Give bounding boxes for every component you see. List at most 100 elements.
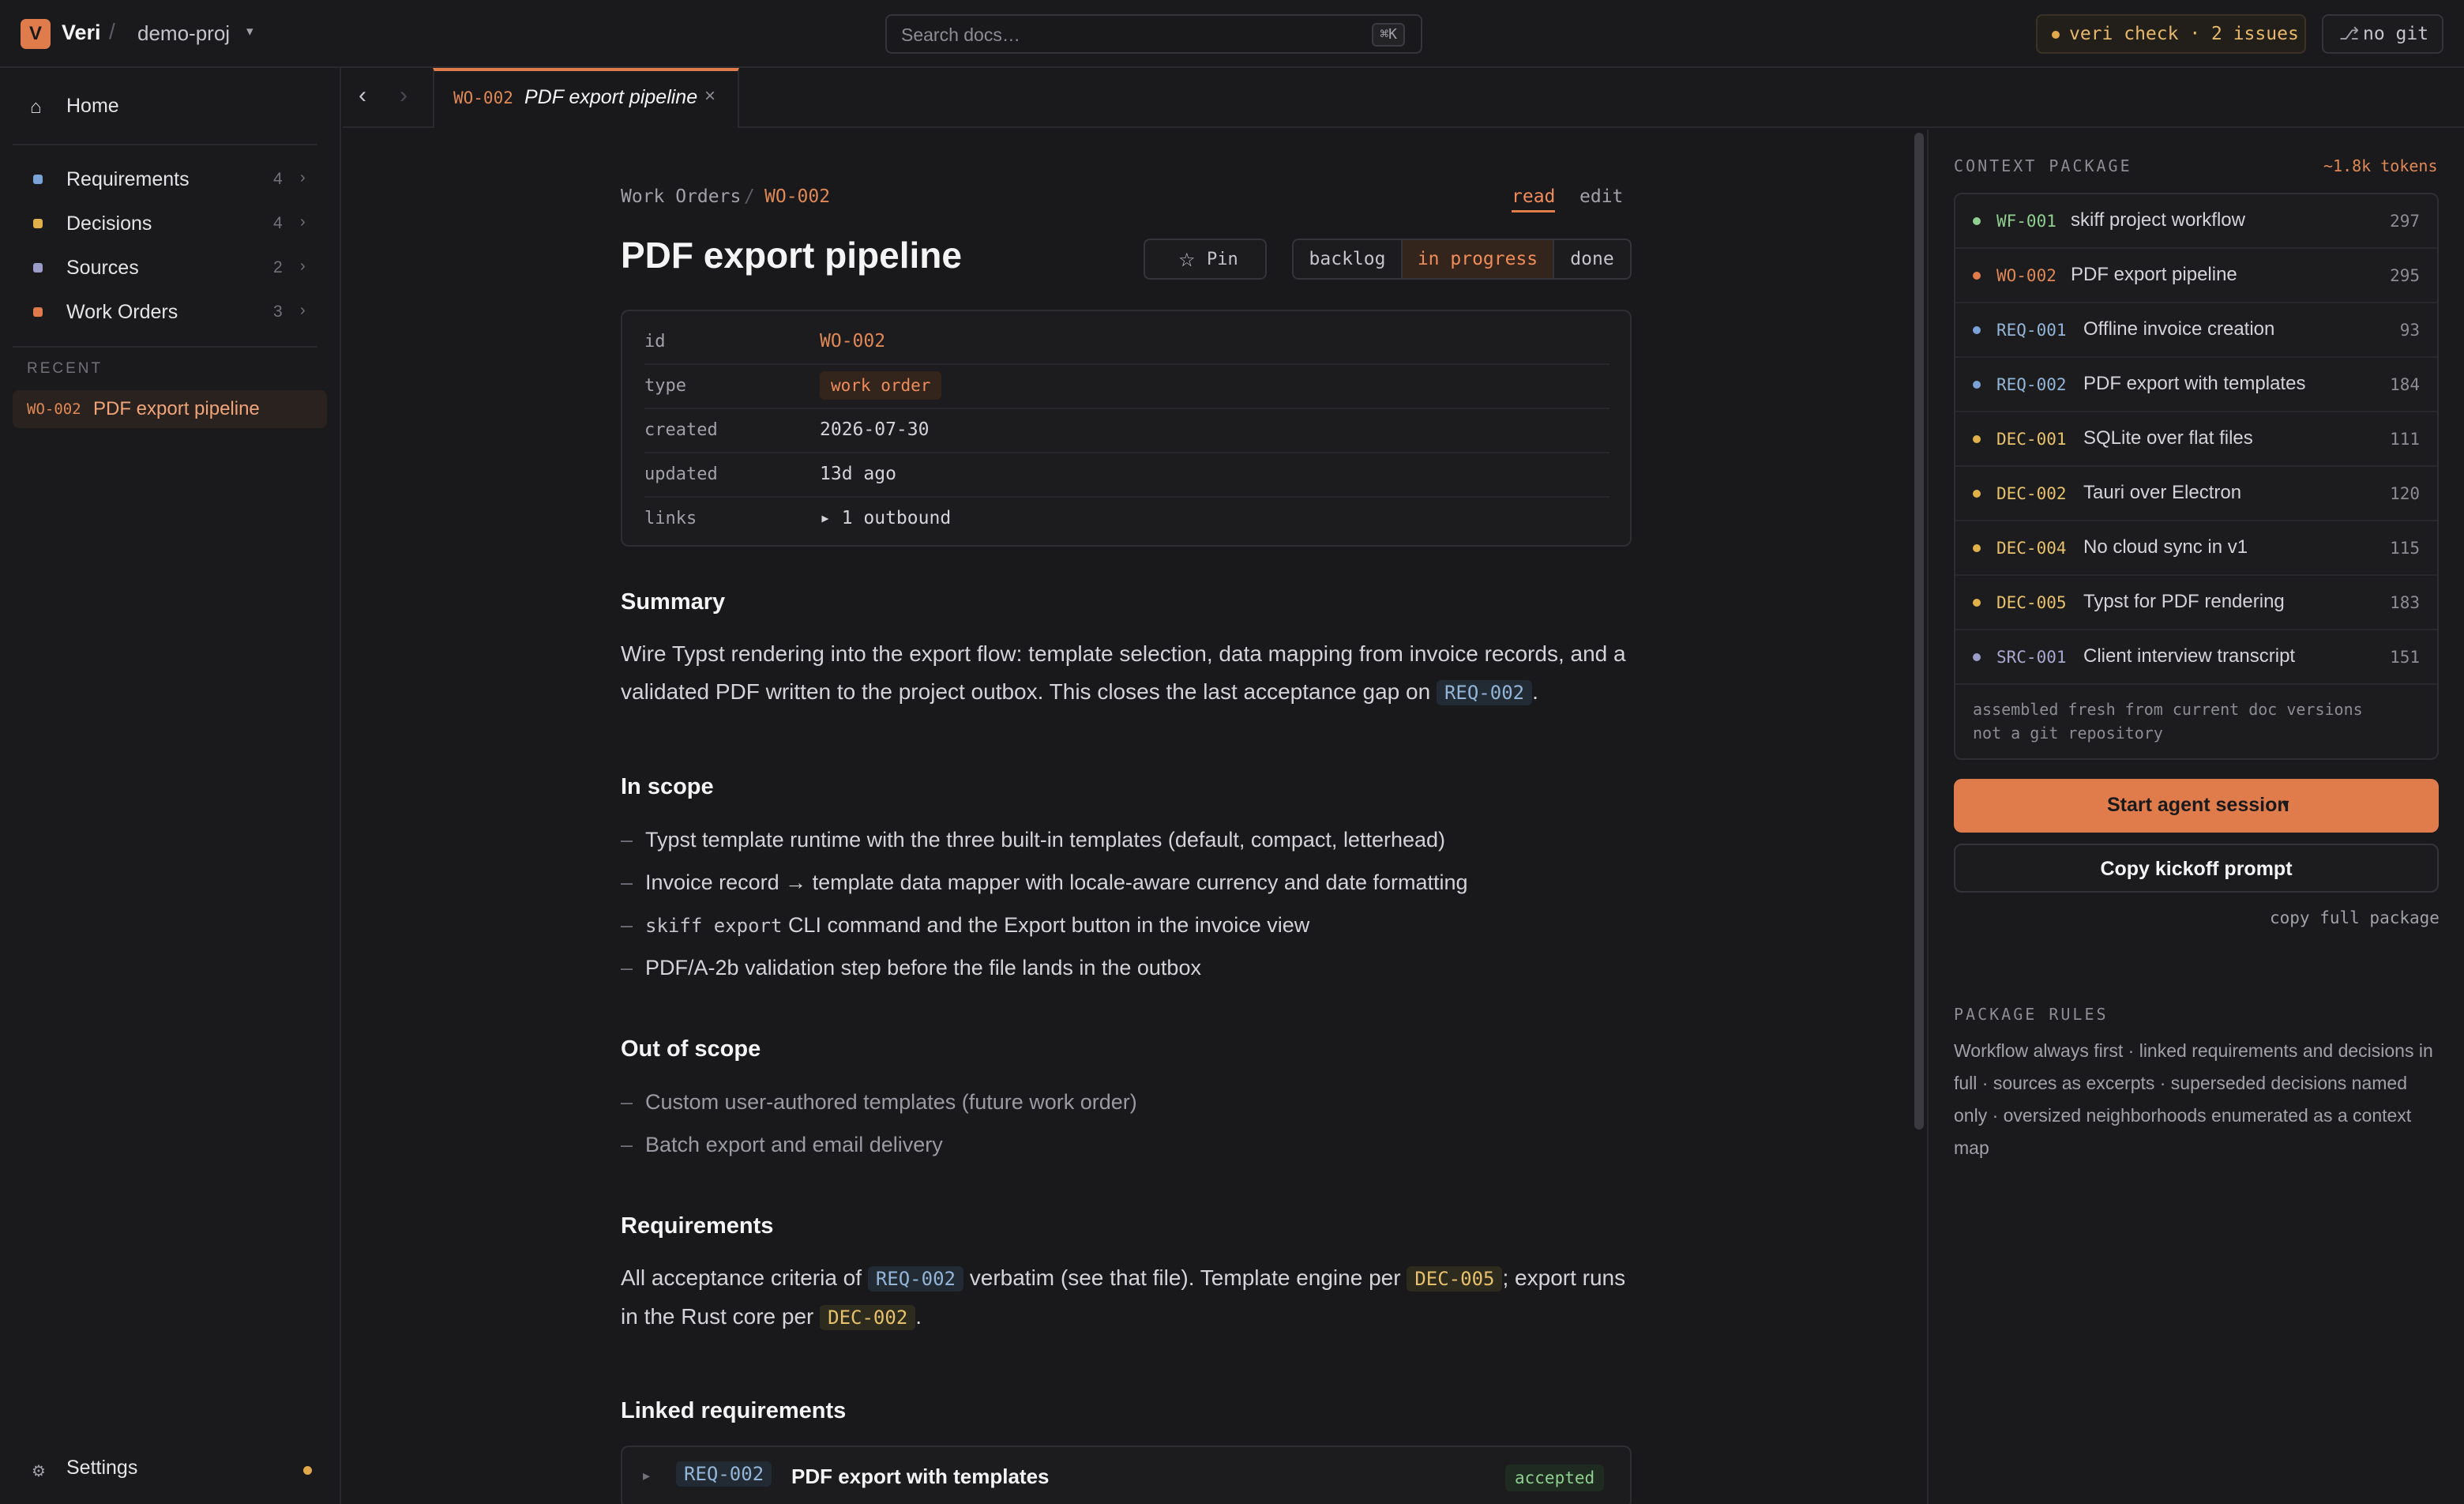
git-status-label: no git xyxy=(2363,24,2429,44)
package-item-id: REQ-001 xyxy=(1996,321,2067,340)
search-box[interactable]: ⌘K xyxy=(885,14,1422,54)
chevron-down-icon[interactable]: ▾ xyxy=(246,24,254,39)
edit-mode-toggle[interactable]: edit xyxy=(1579,186,1623,207)
decisions-icon xyxy=(33,219,43,228)
recent-item-title: PDF export pipeline xyxy=(93,398,260,419)
package-item[interactable]: DEC-005 Typst for PDF rendering 183 xyxy=(1955,576,2437,630)
links-expander[interactable]: ▸ 1 outbound xyxy=(820,508,951,528)
breadcrumb-parent[interactable]: Work Orders xyxy=(621,186,741,207)
tab-id: WO-002 xyxy=(453,88,513,107)
package-item[interactable]: REQ-002 PDF export with templates 184 xyxy=(1955,358,2437,412)
check-status-button[interactable]: veri check · 2 issues xyxy=(2036,14,2306,54)
metadata-row-updated: updated 13d ago xyxy=(622,453,1630,498)
search-shortcut: ⌘K xyxy=(1372,23,1405,47)
requirements-text: . xyxy=(915,1304,922,1329)
sidebar-item-decisions[interactable]: Decisions 4 › xyxy=(13,204,329,243)
metadata-table: id WO-002 type work order created 2026-0… xyxy=(621,310,1632,547)
breadcrumb-separator: / xyxy=(744,186,755,207)
sidebar-item-count: 4 xyxy=(273,214,283,232)
copy-full-package-link[interactable]: copy full package xyxy=(2270,908,2440,927)
doc-reference-link[interactable]: REQ-002 xyxy=(867,1266,963,1292)
tab-bar: ‹ › WO-002 PDF export pipeline × xyxy=(343,68,2464,128)
out-of-scope-heading: Out of scope xyxy=(621,1036,761,1062)
package-item[interactable]: DEC-001 SQLite over flat files 111 xyxy=(1955,412,2437,467)
expand-triangle-icon[interactable]: ▸ xyxy=(643,1468,650,1484)
package-item[interactable]: WO-002 PDF export pipeline 295 xyxy=(1955,249,2437,303)
warning-dot-icon xyxy=(2052,31,2060,39)
settings-notification-dot xyxy=(303,1466,312,1475)
start-agent-session-button[interactable]: Start agent session ▼ xyxy=(1954,779,2439,833)
doc-type-dot-icon xyxy=(1973,653,1981,661)
summary-end: . xyxy=(1532,679,1538,704)
tab-wo-002[interactable]: WO-002 PDF export pipeline × xyxy=(433,68,739,128)
doc-reference-link[interactable]: DEC-005 xyxy=(1407,1266,1503,1292)
sidebar-divider xyxy=(13,346,317,348)
project-separator: / xyxy=(109,19,115,43)
package-item-id: WO-002 xyxy=(1996,266,2056,285)
sidebar-item-label: Requirements xyxy=(66,168,190,190)
pin-label: Pin xyxy=(1207,250,1238,269)
linked-requirement-row[interactable]: ▸ REQ-002 PDF export with templates acce… xyxy=(621,1446,1632,1504)
package-item-title: Tauri over Electron xyxy=(2083,482,2242,503)
in-scope-heading: In scope xyxy=(621,774,714,799)
home-icon: ⌂ xyxy=(30,96,42,118)
package-item[interactable]: DEC-002 Tauri over Electron 120 xyxy=(1955,467,2437,521)
requirements-text: All acceptance criteria of xyxy=(621,1265,862,1290)
doc-type-dot-icon xyxy=(1973,381,1981,389)
package-item-tokens: 297 xyxy=(2390,212,2420,231)
forward-arrow-icon[interactable]: › xyxy=(400,82,408,109)
requirements-icon xyxy=(33,175,43,184)
chevron-down-icon[interactable]: ▼ xyxy=(2279,798,2292,812)
git-status-button[interactable]: ⎇ no git xyxy=(2322,14,2443,54)
package-item[interactable]: REQ-001 Offline invoice creation 93 xyxy=(1955,303,2437,358)
doc-type-dot-icon xyxy=(1973,544,1981,552)
list-item: – Typst template runtime with the three b… xyxy=(621,828,1446,852)
breadcrumb-current: WO-002 xyxy=(764,186,831,207)
project-switcher[interactable]: demo-proj xyxy=(137,21,230,46)
metadata-value: 13d ago xyxy=(820,464,896,484)
sidebar-item-requirements[interactable]: Requirements 4 › xyxy=(13,160,329,199)
copy-kickoff-prompt-button[interactable]: Copy kickoff prompt xyxy=(1954,844,2439,893)
sidebar-item-label: Sources xyxy=(66,257,139,279)
package-item-id: DEC-001 xyxy=(1996,430,2067,449)
sidebar-item-count: 4 xyxy=(273,170,283,188)
chevron-right-icon[interactable]: › xyxy=(300,258,306,276)
chevron-right-icon[interactable]: › xyxy=(300,169,306,187)
close-icon[interactable]: × xyxy=(704,85,716,107)
package-item[interactable]: WF-001 skiff project workflow 297 xyxy=(1955,194,2437,249)
package-item-tokens: 151 xyxy=(2390,648,2420,667)
read-mode-toggle[interactable]: read xyxy=(1512,186,1556,212)
status-option-in-progress[interactable]: in progress xyxy=(1403,240,1553,278)
metadata-row-links[interactable]: links ▸ 1 outbound xyxy=(622,498,1630,542)
pin-button[interactable]: ☆ Pin xyxy=(1144,239,1267,280)
search-input[interactable] xyxy=(901,22,1343,47)
linked-requirements-heading: Linked requirements xyxy=(621,1398,847,1423)
package-item-title: Client interview transcript xyxy=(2083,645,2296,667)
sidebar-item-sources[interactable]: Sources 2 › xyxy=(13,248,329,288)
doc-reference-link[interactable]: REQ-002 xyxy=(1436,680,1533,705)
package-item-title: SQLite over flat files xyxy=(2083,427,2253,449)
list-item-text: Invoice record → template data mapper wi… xyxy=(645,870,1468,894)
doc-type-dot-icon xyxy=(1973,490,1981,498)
package-item-id: SRC-001 xyxy=(1996,648,2067,667)
package-item-tokens: 93 xyxy=(2399,321,2420,340)
document-scrollbar[interactable] xyxy=(1914,133,1924,1130)
sidebar-item-work-orders[interactable]: Work Orders 3 › xyxy=(13,292,329,332)
sidebar-item-home[interactable]: Home xyxy=(66,95,119,118)
status-option-done[interactable]: done xyxy=(1553,240,1630,278)
sidebar-item-settings[interactable]: Settings xyxy=(66,1457,137,1480)
chevron-right-icon[interactable]: › xyxy=(300,302,306,320)
metadata-key: created xyxy=(644,420,718,440)
back-arrow-icon[interactable]: ‹ xyxy=(359,82,366,109)
package-item-id: DEC-004 xyxy=(1996,539,2067,558)
metadata-value: 2026-07-30 xyxy=(820,419,930,440)
status-option-backlog[interactable]: backlog xyxy=(1294,240,1403,278)
package-item-title: skiff project workflow xyxy=(2071,209,2245,231)
doc-reference-link[interactable]: DEC-002 xyxy=(820,1305,916,1330)
package-item[interactable]: SRC-001 Client interview transcript 151 xyxy=(1955,630,2437,685)
package-item[interactable]: DEC-004 No cloud sync in v1 115 xyxy=(1955,521,2437,576)
linked-requirement-id[interactable]: REQ-002 xyxy=(676,1461,772,1487)
chevron-right-icon[interactable]: › xyxy=(300,213,306,231)
summary-heading: Summary xyxy=(621,589,726,615)
recent-item[interactable]: WO-002 PDF export pipeline xyxy=(13,390,327,428)
